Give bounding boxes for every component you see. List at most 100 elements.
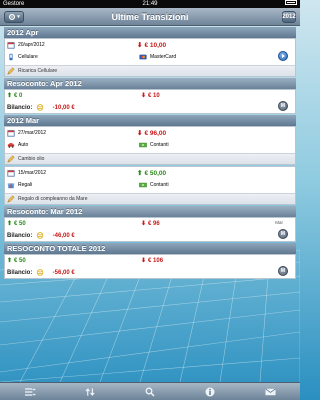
income-value: € 50 bbox=[14, 257, 26, 264]
arrow-down-icon: ⬇ bbox=[137, 42, 143, 49]
tx-category: Regali bbox=[18, 182, 33, 188]
tx-amount: ⬇ € 10,00 bbox=[137, 41, 167, 50]
gift-icon bbox=[7, 183, 15, 189]
tx-note: Regalo di compleanno da Mare bbox=[5, 193, 295, 204]
clock: 21:49 bbox=[142, 1, 158, 7]
income-total: ⬆ € 50 bbox=[7, 220, 26, 228]
tx-category: Auto bbox=[18, 142, 29, 148]
balance-label: Bilancio: bbox=[7, 105, 33, 111]
section-header-mar-summary: Resoconto: Mar 2012 bbox=[4, 206, 296, 217]
list-icon bbox=[24, 387, 36, 396]
total-detail-button[interactable]: M bbox=[278, 266, 288, 276]
info-icon bbox=[205, 387, 215, 396]
car-icon bbox=[7, 143, 15, 148]
arrow-up-icon: ⬆ bbox=[7, 221, 13, 227]
tx-category-row: Regali bbox=[7, 181, 32, 189]
sad-face-icon: ☹ bbox=[36, 105, 44, 112]
page-title: Ultime Transizioni bbox=[111, 12, 189, 22]
arrow-down-icon: ⬇ bbox=[141, 93, 147, 99]
tx-method: Contanti bbox=[139, 141, 169, 149]
nav-bar: ▾ Ultime Transizioni 2012 bbox=[0, 8, 300, 26]
arrow-down-icon: ⬇ bbox=[141, 221, 147, 227]
tab-mail[interactable] bbox=[262, 385, 278, 399]
tx-date-row: 27/mar/2012 bbox=[7, 129, 46, 137]
summary-row[interactable]: ⬆ € 50 ⬇ € 96 Mar Bilancio: ☹ -46,00 € M bbox=[4, 217, 296, 242]
battery-indicator bbox=[285, 0, 297, 5]
calendar-icon bbox=[7, 130, 15, 137]
tx-method-label: Contanti bbox=[150, 142, 169, 148]
tab-list[interactable] bbox=[22, 385, 38, 399]
arrow-down-icon: ⬇ bbox=[137, 130, 143, 137]
tab-bar bbox=[0, 382, 300, 400]
balance-value: -56,00 € bbox=[52, 270, 75, 276]
tx-method: Contanti bbox=[139, 181, 169, 189]
phone-icon bbox=[9, 53, 13, 61]
expense-value: € 96 bbox=[148, 220, 160, 227]
tx-note-text: Cambio olio bbox=[18, 156, 45, 162]
sad-face-icon: ☹ bbox=[36, 233, 44, 240]
section-header-mar: 2012 Mar bbox=[4, 115, 296, 126]
month-label: Mar bbox=[275, 220, 283, 225]
tx-amount-value: € 10,00 bbox=[144, 41, 167, 49]
tx-date: 15/mar/2012 bbox=[18, 170, 47, 176]
expense-value: € 106 bbox=[148, 257, 164, 264]
tx-amount: ⬆ € 50,00 bbox=[137, 169, 167, 178]
income-total: ⬆ € 0 bbox=[7, 92, 23, 100]
balance-label: Bilancio: bbox=[7, 233, 33, 239]
income-value: € 0 bbox=[14, 92, 23, 99]
balance: Bilancio: ☹ -46,00 € bbox=[7, 232, 75, 240]
cash-icon bbox=[139, 142, 147, 148]
transactions-list: 2012 Apr 20/apr/2012 Cellulare ⬇ € 10,00… bbox=[4, 27, 296, 280]
battery-icon bbox=[285, 0, 297, 5]
month-detail-button[interactable]: M bbox=[278, 229, 288, 239]
tx-note: Cambio olio bbox=[5, 153, 295, 164]
balance-value: -46,00 € bbox=[52, 233, 75, 239]
income-total: ⬆ € 50 bbox=[7, 257, 26, 265]
pencil-icon bbox=[7, 195, 15, 203]
transaction-row[interactable]: 15/mar/2012 Regali ⬆ € 50,00 Contanti Re… bbox=[4, 166, 296, 205]
balance: Bilancio: ☹ -56,00 € bbox=[7, 269, 75, 277]
sad-face-icon: ☹ bbox=[36, 270, 44, 277]
status-bar: Gestore 21:49 bbox=[0, 0, 300, 8]
calendar-icon bbox=[7, 170, 15, 177]
income-value: € 50 bbox=[14, 220, 26, 227]
tx-amount: ⬇ € 96,00 bbox=[137, 129, 167, 138]
tab-info[interactable] bbox=[202, 385, 218, 399]
summary-row[interactable]: ⬆ € 50 ⬇ € 106 Bilancio: ☹ -56,00 € M bbox=[4, 254, 296, 279]
tx-note-text: Regalo di compleanno da Mare bbox=[18, 196, 88, 202]
tx-category-row: Auto bbox=[7, 141, 28, 149]
search-icon bbox=[145, 387, 155, 397]
detail-disclosure-button[interactable] bbox=[278, 51, 288, 61]
expense-total: ⬇ € 96 bbox=[141, 220, 160, 228]
transaction-row[interactable]: 27/mar/2012 Auto ⬇ € 96,00 Contanti Camb… bbox=[4, 126, 296, 165]
section-header-apr-summary: Resoconto: Apr 2012 bbox=[4, 78, 296, 89]
tx-amount-value: € 50,00 bbox=[144, 169, 167, 177]
calendar-icon bbox=[7, 42, 15, 49]
year-button[interactable]: 2012 bbox=[282, 11, 296, 23]
expense-total: ⬇ € 10 bbox=[141, 92, 160, 100]
tx-amount-value: € 96,00 bbox=[144, 129, 167, 137]
balance-label: Bilancio: bbox=[7, 270, 33, 276]
tx-note: Ricarica Cellulare bbox=[5, 65, 295, 76]
arrow-down-icon: ⬇ bbox=[141, 258, 147, 264]
pencil-icon bbox=[7, 155, 15, 163]
section-header-total: RESOCONTO TOTALE 2012 bbox=[4, 243, 296, 254]
section-header-apr: 2012 Apr bbox=[4, 27, 296, 38]
month-detail-button[interactable]: M bbox=[278, 101, 288, 111]
transaction-row[interactable]: 20/apr/2012 Cellulare ⬇ € 10,00 MasterCa… bbox=[4, 38, 296, 77]
arrow-up-icon: ⬆ bbox=[7, 258, 13, 264]
pencil-icon bbox=[7, 67, 15, 75]
summary-row[interactable]: ⬆ € 0 ⬇ € 10 Bilancio: ☹ -10,00 € M bbox=[4, 89, 296, 114]
expense-total: ⬇ € 106 bbox=[141, 257, 164, 265]
tab-transfer[interactable] bbox=[82, 385, 98, 399]
tx-method-label: Contanti bbox=[150, 182, 169, 188]
tab-search[interactable] bbox=[142, 385, 158, 399]
credit-card-icon bbox=[139, 54, 147, 60]
transfer-arrows-icon bbox=[84, 387, 95, 396]
arrow-up-icon: ⬆ bbox=[7, 93, 13, 99]
envelope-icon bbox=[264, 387, 276, 395]
tx-method-label: MasterCard bbox=[150, 54, 177, 60]
tx-category-row: Cellulare bbox=[7, 53, 38, 61]
arrow-up-icon: ⬆ bbox=[137, 170, 143, 177]
tx-date-row: 20/apr/2012 bbox=[7, 41, 45, 49]
